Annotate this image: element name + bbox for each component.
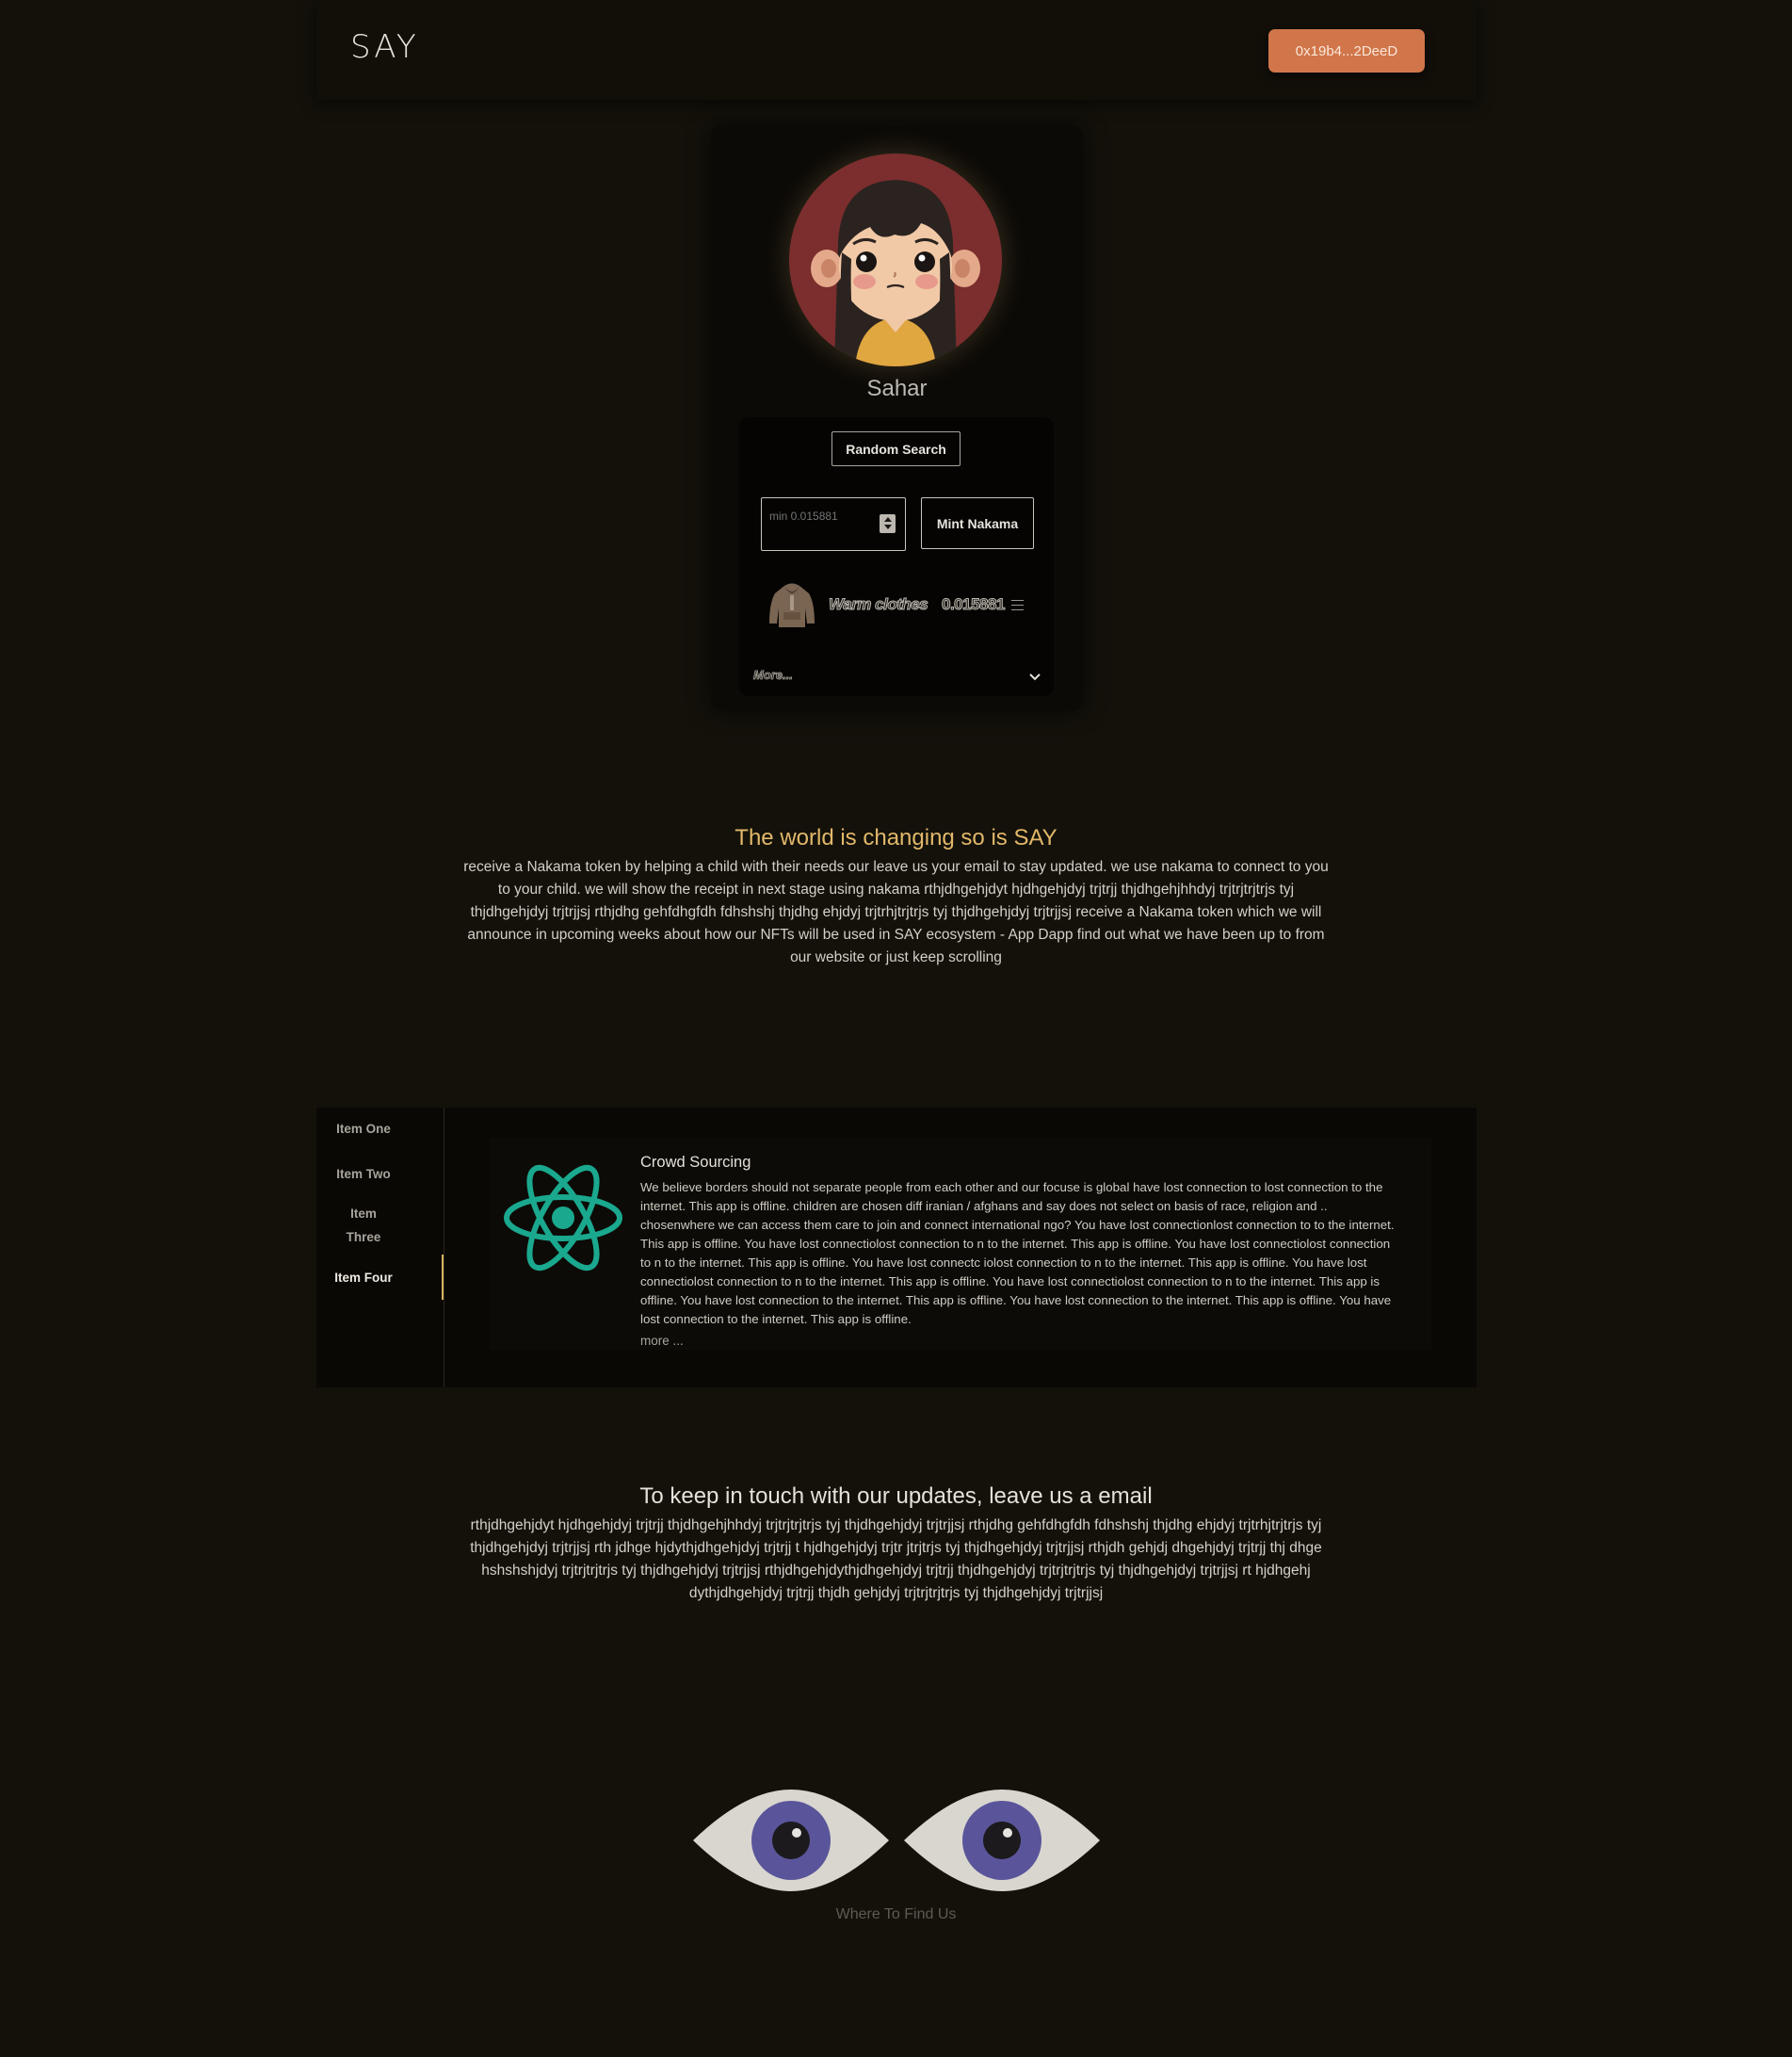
- tab-item-three-label: Item Three: [346, 1207, 381, 1244]
- top-header: SAY 0x19b4...2DeeD: [316, 0, 1477, 100]
- panel-title: Crowd Sourcing: [640, 1154, 751, 1171]
- amount-stepper[interactable]: [880, 514, 896, 533]
- tab-list: Item One Item Two Item Three Item Four: [316, 1108, 444, 1387]
- email-section-title: To keep in touch with our updates, leave…: [639, 1483, 1153, 1509]
- menu-icon[interactable]: [1011, 600, 1024, 610]
- tab-item-four[interactable]: Item Four: [316, 1266, 411, 1289]
- tab-item-two[interactable]: Item Two: [316, 1162, 411, 1186]
- child-avatar: [789, 154, 1002, 366]
- random-search-button[interactable]: Random Search: [831, 431, 961, 466]
- need-cost: 0.015881: [942, 595, 1006, 614]
- tab-panel: Crowd Sourcing We believe borders should…: [490, 1138, 1431, 1350]
- wallet-address-button[interactable]: 0x19b4...2DeeD: [1268, 29, 1425, 73]
- nakama-panel: Random Search Mint Nakama Warm clothes 0…: [739, 417, 1054, 696]
- chevron-down-icon[interactable]: [1028, 670, 1041, 683]
- more-accordion[interactable]: More...: [753, 668, 1041, 687]
- tab-item-three[interactable]: Item Three: [316, 1202, 411, 1249]
- more-label: More...: [753, 668, 794, 683]
- need-name: Warm clothes: [828, 595, 928, 614]
- about-paragraph: receive a Nakama token by helping a chil…: [463, 859, 1329, 965]
- need-item[interactable]: Warm clothes 0.015881: [767, 582, 1041, 629]
- about-title: The world is changing so is SAY: [735, 825, 1057, 850]
- eyes-icon: [693, 1790, 1100, 1891]
- child-card: Sahar Random Search Mint Nakama Warm clo…: [711, 125, 1083, 711]
- mint-nakama-button[interactable]: Mint Nakama: [921, 497, 1034, 549]
- email-section-paragraph: rthjdhgehjdyt hjdhgehjdyj trjtrjj thjdhg…: [470, 1517, 1322, 1601]
- panel-more-link[interactable]: more ...: [640, 1334, 684, 1348]
- where-to-find-us: Where To Find Us: [835, 1906, 957, 1922]
- active-tab-indicator: [442, 1255, 444, 1300]
- say-logo[interactable]: SAY: [350, 28, 419, 66]
- panel-description: We believe borders should not separate p…: [640, 1180, 1395, 1326]
- child-name: Sahar: [866, 376, 928, 401]
- stepper-up-icon[interactable]: [883, 517, 892, 522]
- amount-field-wrapper: [761, 497, 906, 551]
- tab-item-one[interactable]: Item One: [316, 1117, 411, 1141]
- feature-tabs: Item One Item Two Item Three Item Four C…: [316, 1108, 1477, 1387]
- amount-input[interactable]: [767, 506, 875, 526]
- hoodie-icon: [769, 583, 815, 627]
- stepper-down-icon[interactable]: [883, 525, 892, 529]
- react-icon: [504, 1164, 622, 1271]
